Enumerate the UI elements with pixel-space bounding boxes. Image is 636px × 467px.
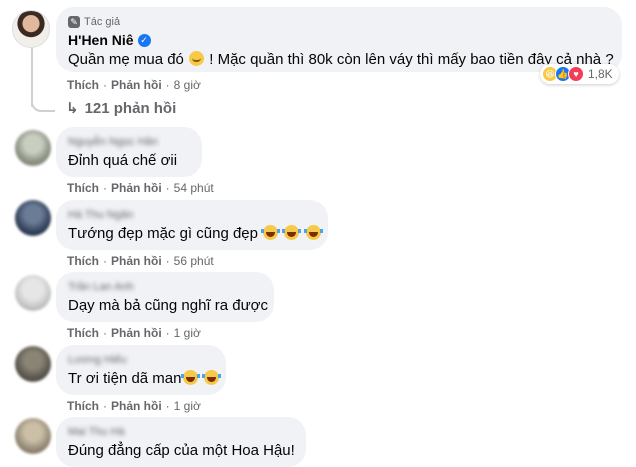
replies-label: 121 phản hồi (84, 99, 177, 117)
comment-text-body: Tr ơi tiện dã man (68, 370, 182, 387)
comment-actions: Thích · Phản hồi · 1 giờ (67, 326, 201, 340)
comment-bubble: Mai Thu Hà Đúng đẳng cấp của một Hoa Hậu… (56, 417, 306, 467)
like-button[interactable]: Thích (67, 181, 99, 195)
tears-of-joy-icon (303, 225, 323, 240)
author-comment-actions: Thích · Phản hồi · 8 giờ (67, 78, 201, 92)
reply-button[interactable]: Phản hồi (111, 254, 162, 268)
grinning-sweat-icon (180, 370, 200, 385)
reply-button[interactable]: Phản hồi (111, 78, 162, 92)
comment-bubble: Lương Hiếu Tr ơi tiện dã man (56, 345, 226, 395)
comment-timestamp[interactable]: 54 phút (174, 181, 214, 195)
reply-button[interactable]: Phản hồi (111, 399, 162, 413)
reaction-summary[interactable]: 😆 👍 ♥ 1,8K (540, 64, 619, 84)
author-avatar[interactable] (12, 10, 50, 48)
comment-bubble: Trần Lan Anh Dạy mà bả cũng nghĩ ra được (56, 272, 274, 322)
commenter-avatar[interactable] (15, 200, 51, 236)
comment-timestamp[interactable]: 1 giờ (174, 326, 201, 340)
commenter-name[interactable]: Nguyễn Ngọc Hân (68, 135, 190, 149)
comment-bubble: Hà Thu Ngân Tướng đẹp mặc gì cũng đẹp (56, 200, 328, 250)
love-reaction-icon: ♥ (568, 66, 584, 82)
verified-badge-icon: ✓ (137, 33, 151, 47)
like-button[interactable]: Thích (67, 399, 99, 413)
author-comment-bubble: ✎ Tác giả H'Hen Niê ✓ Quần mẹ mua đó ! M… (56, 7, 622, 72)
comment-text: Đỉnh quá chế ơii (68, 152, 178, 169)
author-badge: ✎ Tác giả (68, 15, 610, 29)
tears-of-joy-icon (261, 225, 281, 240)
thread-connector (31, 92, 55, 112)
reaction-count: 1,8K (588, 67, 613, 81)
author-badge-icon: ✎ (68, 16, 80, 28)
comment-timestamp[interactable]: 8 giờ (174, 78, 201, 92)
commenter-name[interactable]: Hà Thu Ngân (68, 208, 316, 222)
author-comment-text: Quần mẹ mua đó ! Mặc quần thì 80k còn lê… (68, 50, 614, 70)
reply-button[interactable]: Phản hồi (111, 326, 162, 340)
view-replies-link[interactable]: ↳ 121 phản hồi (66, 99, 177, 118)
smiling-face-icon (189, 51, 205, 66)
like-button[interactable]: Thích (67, 326, 99, 340)
comment-timestamp[interactable]: 56 phút (174, 254, 214, 268)
reply-button[interactable]: Phản hồi (111, 181, 162, 195)
comment-text: Tướng đẹp mặc gì cũng đẹp (68, 224, 323, 244)
commenter-name[interactable]: Mai Thu Hà (68, 425, 294, 439)
author-name[interactable]: H'Hen Niê (68, 32, 134, 48)
comment-actions: Thích · Phản hồi · 54 phút (67, 181, 214, 195)
comment-text: Tr ơi tiện dã man (68, 369, 221, 389)
comment-actions: Thích · Phản hồi · 56 phút (67, 254, 214, 268)
author-badge-label: Tác giả (84, 16, 121, 28)
grinning-sweat-icon (201, 370, 221, 385)
commenter-name[interactable]: Trần Lan Anh (68, 280, 262, 294)
commenter-avatar[interactable] (15, 275, 51, 311)
comment-text-body: Tướng đẹp mặc gì cũng đẹp (68, 225, 258, 242)
reply-arrow-icon: ↳ (66, 100, 79, 117)
author-comment-text-part1: Quần mẹ mua đó (68, 51, 184, 68)
comment-text: Đúng đẳng cấp của một Hoa Hậu! (68, 442, 295, 459)
tears-of-joy-icon (282, 225, 302, 240)
comment-actions: Thích · Phản hồi · 1 giờ (67, 399, 201, 413)
commenter-avatar[interactable] (15, 346, 51, 382)
comment-text: Dạy mà bả cũng nghĩ ra được (68, 297, 268, 314)
commenter-avatar[interactable] (15, 418, 51, 454)
like-button[interactable]: Thích (67, 78, 99, 92)
comment-bubble: Nguyễn Ngọc Hân Đỉnh quá chế ơii (56, 127, 202, 177)
commenter-avatar[interactable] (15, 130, 51, 166)
like-button[interactable]: Thích (67, 254, 99, 268)
commenter-name[interactable]: Lương Hiếu (68, 353, 214, 367)
comment-timestamp[interactable]: 1 giờ (174, 399, 201, 413)
